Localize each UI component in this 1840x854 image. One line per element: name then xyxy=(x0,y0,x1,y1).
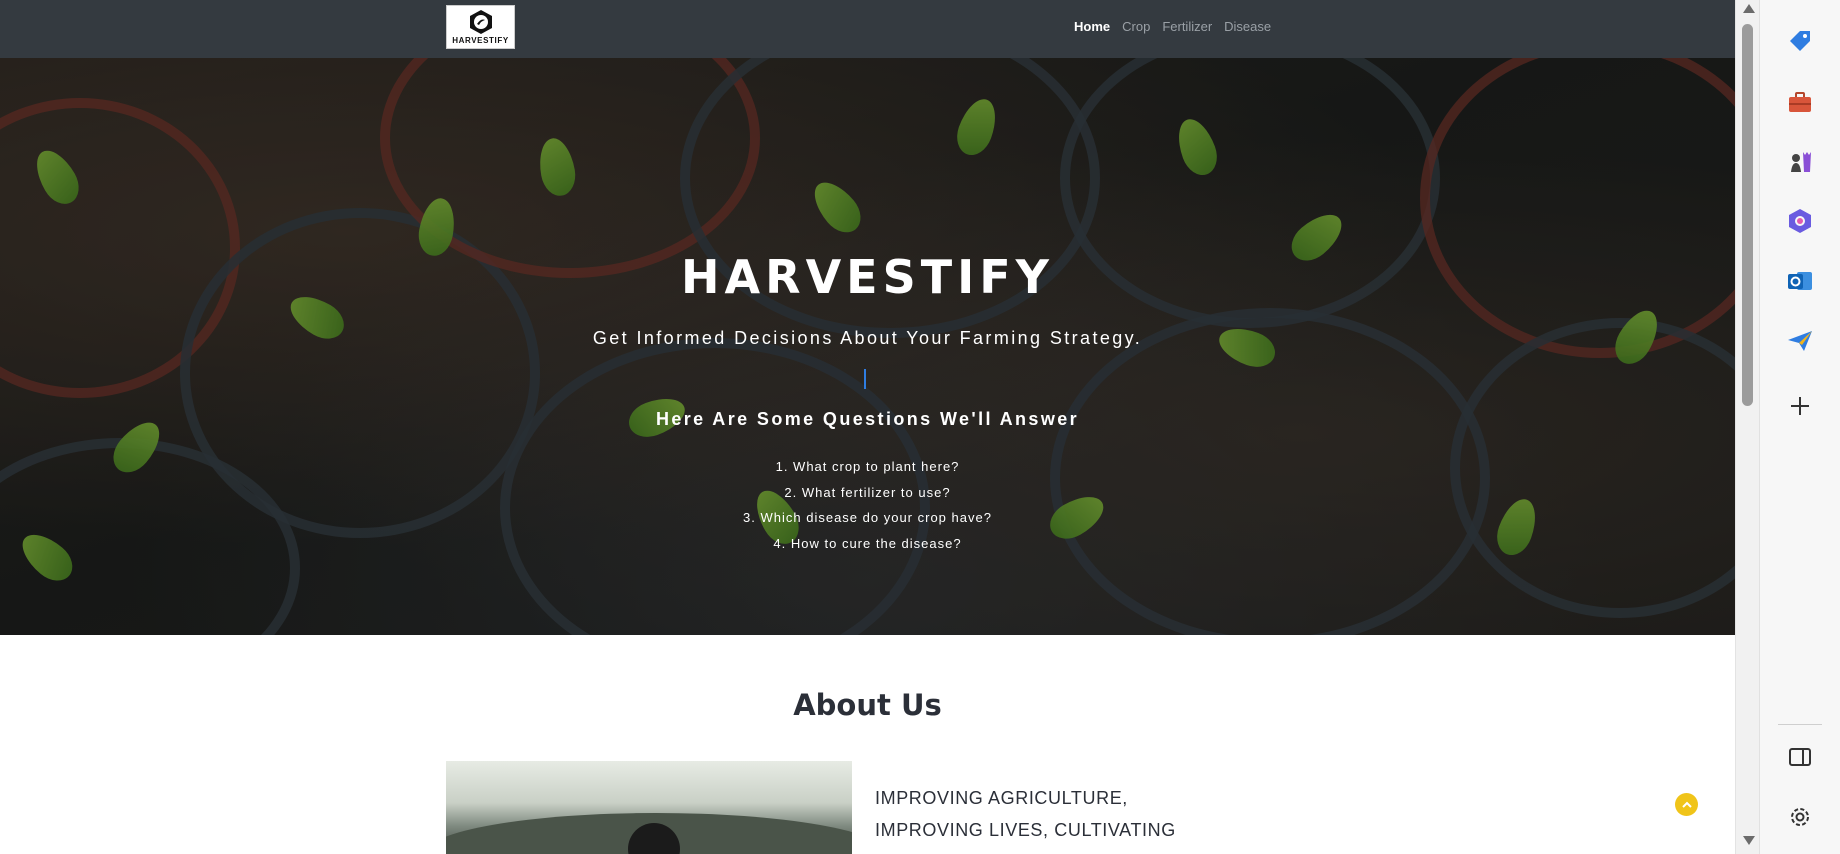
scroll-down-arrow-icon[interactable] xyxy=(1743,836,1755,845)
question-item: 1. What crop to plant here? xyxy=(775,459,960,474)
about-title: About Us xyxy=(793,688,942,722)
question-item: 3. Which disease do your crop have? xyxy=(743,510,992,525)
sidebar-settings-button[interactable] xyxy=(1784,801,1816,833)
send-icon xyxy=(1788,331,1812,351)
sidebar-divider xyxy=(1778,724,1822,725)
about-text: IMPROVING AGRICULTURE, IMPROVING LIVES, … xyxy=(875,788,1176,854)
page-scrollbar[interactable] xyxy=(1735,0,1759,854)
scroll-up-arrow-icon[interactable] xyxy=(1743,4,1755,13)
questions-list: 1. What crop to plant here? 2. What fert… xyxy=(0,454,1735,556)
toolbox-icon xyxy=(1789,92,1811,112)
main-nav: Home Crop Fertilizer Disease xyxy=(1074,19,1271,34)
sidebar-send-button[interactable] xyxy=(1784,325,1816,357)
outlook-icon xyxy=(1788,272,1812,290)
hero-title: HARVESTIFY xyxy=(681,250,1054,304)
sidebar-outlook-button[interactable] xyxy=(1784,265,1816,297)
sidebar-add-button[interactable] xyxy=(1784,390,1816,422)
page: HARVESTIFY Home Crop Fertilizer Disease xyxy=(0,0,1735,854)
sidebar-shopping-button[interactable] xyxy=(1784,25,1816,57)
chevron-up-icon xyxy=(1681,801,1692,808)
settings-icon xyxy=(1791,808,1809,826)
question-item: 4. How to cure the disease? xyxy=(773,535,962,551)
about-image xyxy=(446,761,852,854)
sidebar-games-button[interactable] xyxy=(1784,146,1816,178)
tag-icon xyxy=(1790,31,1810,51)
scrollbar-thumb[interactable] xyxy=(1742,24,1753,406)
nav-link-fertilizer[interactable]: Fertilizer xyxy=(1162,19,1212,34)
logo-emblem-icon xyxy=(469,10,492,34)
sidebar-panel-icon xyxy=(1789,748,1811,766)
hero-subtitle: Get Informed Decisions About Your Farmin… xyxy=(592,328,1143,348)
nav-link-crop[interactable]: Crop xyxy=(1122,19,1150,34)
sidebar-toggle-panel-button[interactable] xyxy=(1784,741,1816,773)
text-caret xyxy=(864,369,866,389)
nav-link-disease[interactable]: Disease xyxy=(1224,19,1271,34)
question-item: 2. What fertilizer to use? xyxy=(784,484,951,500)
back-to-top-button[interactable] xyxy=(1675,793,1698,816)
brand-logo[interactable]: HARVESTIFY xyxy=(446,5,515,49)
hero-content: HARVESTIFY Get Informed Decisions About … xyxy=(0,58,1735,635)
questions-heading: Here Are Some Questions We'll Answer xyxy=(655,409,1080,429)
hero-section: HARVESTIFY Get Informed Decisions About … xyxy=(0,58,1735,635)
nav-link-home[interactable]: Home xyxy=(1074,19,1110,34)
navbar: HARVESTIFY Home Crop Fertilizer Disease xyxy=(0,0,1735,58)
sidebar-copilot-button[interactable] xyxy=(1784,205,1816,237)
copilot-icon xyxy=(1789,209,1811,233)
sidebar-tools-button[interactable] xyxy=(1784,86,1816,118)
chess-icon xyxy=(1791,152,1811,172)
brand-text: HARVESTIFY xyxy=(452,36,509,45)
browser-sidebar xyxy=(1759,0,1840,854)
plus-icon xyxy=(1791,397,1809,415)
